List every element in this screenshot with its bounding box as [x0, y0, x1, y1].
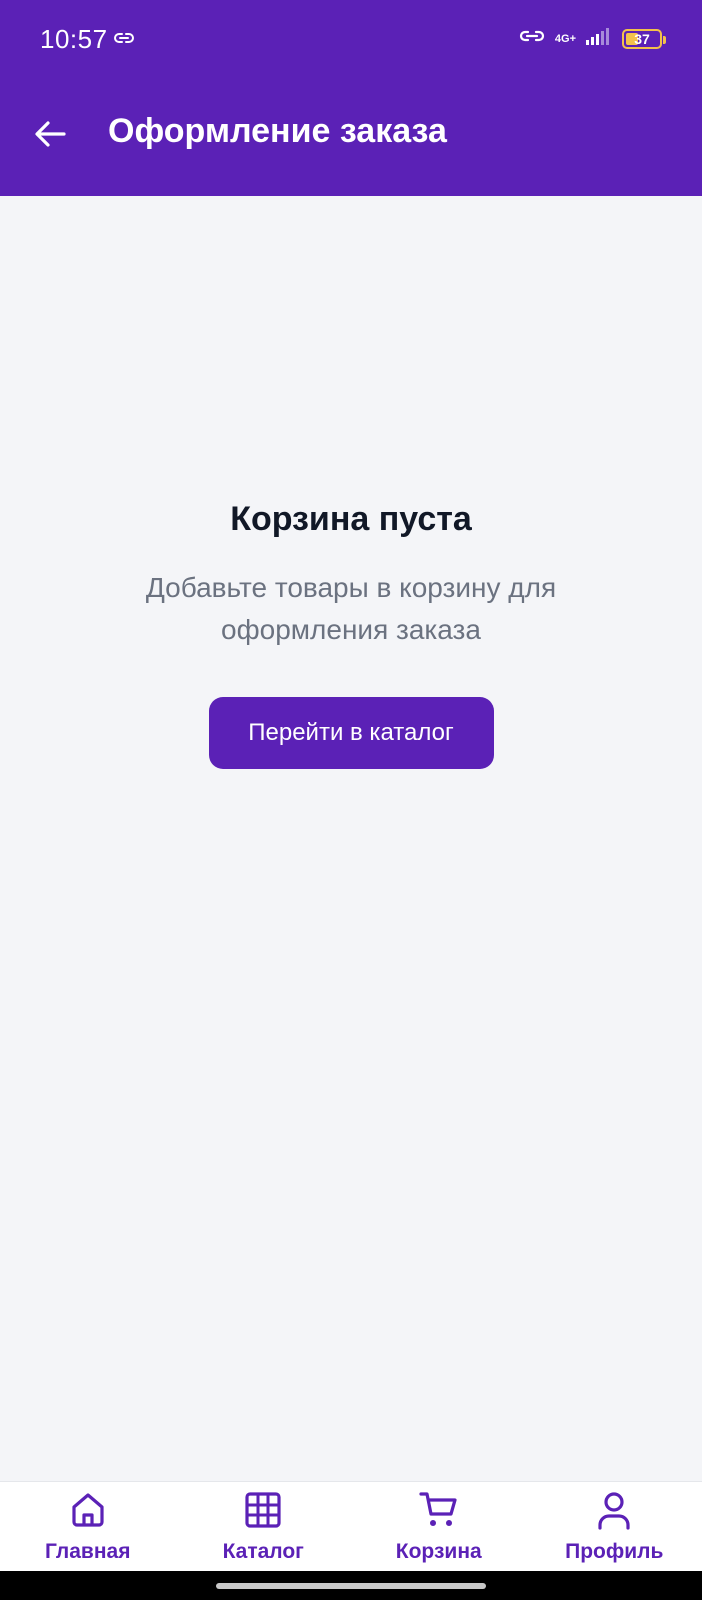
nav-label-home: Главная — [45, 1540, 131, 1563]
battery-level: 37 — [634, 30, 650, 47]
app-bar: Оформление заказа — [0, 84, 702, 196]
link-icon — [114, 31, 134, 49]
signal-icon — [586, 27, 612, 50]
gesture-handle[interactable] — [216, 1583, 486, 1589]
network-type: 4G+ — [554, 32, 576, 45]
gesture-bar — [0, 1571, 702, 1600]
nav-item-home[interactable]: Главная — [0, 1482, 176, 1571]
grid-icon — [245, 1492, 281, 1528]
go-to-catalog-button[interactable]: Перейти в каталог — [208, 697, 494, 769]
status-time: 10:57 — [40, 24, 108, 54]
arrow-left-icon — [34, 120, 66, 153]
status-indicators: 4G+ 37 — [519, 26, 666, 51]
nav-label-cart: Корзина — [395, 1540, 482, 1563]
user-icon — [598, 1492, 630, 1530]
battery-icon: 37 — [622, 28, 666, 49]
status-bar: 10:57 4G+ 37 — [0, 0, 702, 84]
empty-description: Добавьте товары в корзину для оформления… — [145, 572, 557, 645]
nav-item-catalog[interactable]: Каталог — [176, 1482, 352, 1571]
battery-cap — [663, 35, 666, 44]
empty-title: Корзина пуста — [230, 500, 472, 538]
hotspot-icon — [519, 26, 545, 51]
home-icon — [72, 1493, 104, 1527]
page-title: Оформление заказа — [108, 112, 447, 150]
nav-label-catalog: Каталог — [222, 1540, 304, 1563]
cart-icon — [419, 1492, 457, 1526]
empty-cart-state: Корзина пуста Добавьте товары в корзину … — [0, 500, 702, 769]
nav-label-profile: Профиль — [565, 1540, 664, 1563]
nav-item-cart[interactable]: Корзина — [351, 1482, 527, 1571]
nav-item-profile[interactable]: Профиль — [527, 1482, 702, 1571]
bottom-nav: Главная Каталог Корзина Профиль — [0, 1481, 702, 1571]
back-button[interactable] — [28, 114, 72, 158]
